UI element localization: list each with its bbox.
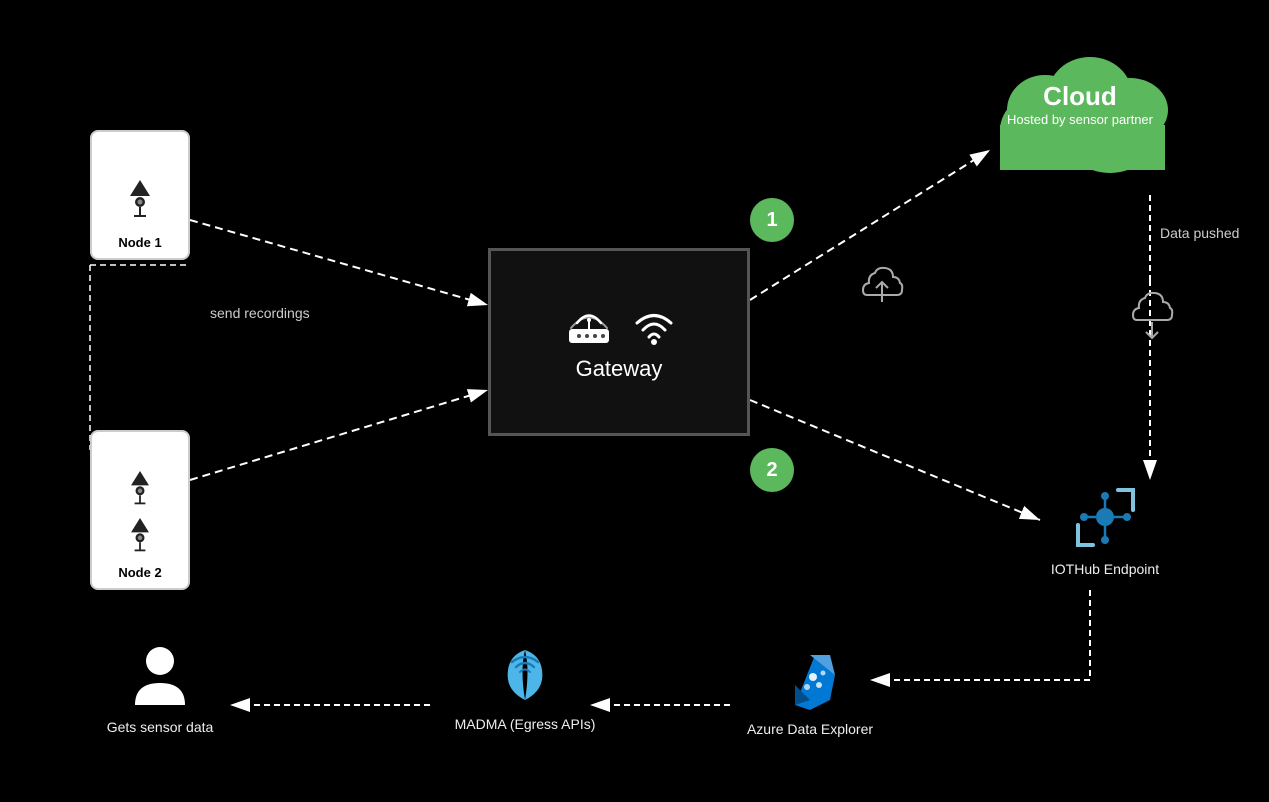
gateway-icons [559,303,679,348]
iothub-label: IOTHub Endpoint [1051,561,1159,577]
badge-2-number: 2 [766,459,777,482]
diagram: Node 1 [0,0,1269,802]
badge-2: 2 [750,448,794,492]
node1-icon [120,178,160,231]
gateway-label: Gateway [576,356,663,382]
node2-icon-top [122,469,158,514]
azure-explorer-icon [775,645,845,715]
download-cloud-icon [1125,290,1180,350]
cloud-svg [970,30,1190,190]
node2-label: Node 2 [118,565,161,580]
upload-cloud-icon [855,260,910,320]
person-icon [130,645,190,713]
node1-box: Node 1 [90,130,190,260]
wifi-icon [629,303,679,348]
madma-label: MADMA (Egress APIs) [455,716,596,732]
gets-sensor-data-label: Gets sensor data [107,719,214,735]
gateway-box: Gateway [488,248,750,436]
madma-icon [490,640,560,710]
iothub-box: IOTHub Endpoint [1040,480,1170,577]
badge-1: 1 [750,198,794,242]
router-icon [559,303,619,348]
madma-box: MADMA (Egress APIs) [440,640,610,732]
send-recordings-label: send recordings [210,305,310,321]
azure-explorer-label: Azure Data Explorer [747,721,873,737]
person-box: Gets sensor data [100,645,220,735]
data-pushed-label: Data pushed [1160,225,1239,241]
node2-icon-bottom [122,516,158,561]
cloud-container: Cloud Hosted by sensor partner [970,30,1190,195]
iothub-icon [1068,480,1143,555]
node1-label: Node 1 [118,235,161,250]
node2-box: Node 2 [90,430,190,590]
badge-1-number: 1 [766,209,777,232]
azure-data-explorer-box: Azure Data Explorer [740,645,880,737]
